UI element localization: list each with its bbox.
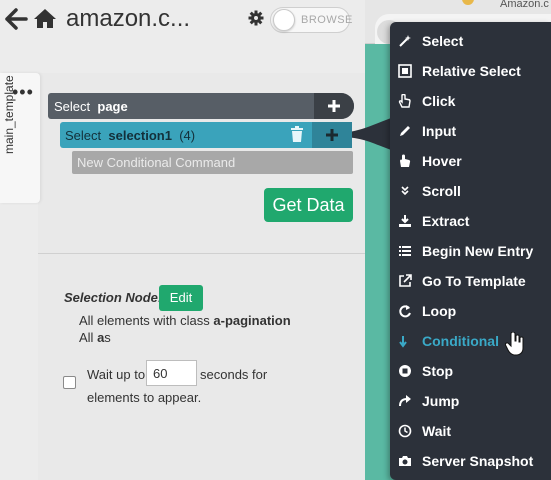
clock-icon xyxy=(398,424,412,438)
back-arrow-icon[interactable] xyxy=(4,6,28,32)
menu-item-jump[interactable]: Jump xyxy=(390,386,551,416)
command-node-conditional[interactable]: New Conditional Command xyxy=(72,151,353,174)
page-title: amazon.c... xyxy=(66,5,191,32)
header: amazon.c... BROWSE xyxy=(0,0,365,44)
command-menu: Select Relative Select Click Input Hover Scro… xyxy=(390,22,551,480)
conditional-label: New Conditional Command xyxy=(77,155,236,170)
browse-toggle[interactable]: BROWSE xyxy=(270,7,353,33)
menu-item-label: Conditional xyxy=(422,333,499,349)
browser-tab-title[interactable]: Amazon.c xyxy=(500,0,549,10)
home-icon[interactable] xyxy=(33,7,57,29)
command-node-selection[interactable]: Select selection1 (4) xyxy=(60,122,352,148)
selection-desc-line2: All as xyxy=(79,330,111,345)
download-icon xyxy=(399,215,411,227)
stop-icon xyxy=(399,365,411,377)
wait-checkbox[interactable] xyxy=(63,376,76,389)
menu-item-label: Server Snapshot xyxy=(422,453,534,469)
menu-item-scroll[interactable]: Scroll xyxy=(390,176,551,206)
wait-seconds-input[interactable] xyxy=(146,360,197,386)
menu-item-label: Click xyxy=(422,93,456,109)
menu-item-label: Input xyxy=(422,123,457,139)
trash-icon[interactable] xyxy=(290,126,304,142)
branch-arrow-icon xyxy=(399,336,407,348)
menu-item-loop[interactable]: Loop xyxy=(390,296,551,326)
menu-item-label: Loop xyxy=(422,303,457,319)
jump-arrow-icon xyxy=(399,395,411,407)
wait-suffix: seconds for xyxy=(200,367,268,382)
menu-item-hover[interactable]: Hover xyxy=(390,146,551,176)
command-page-text: Select page xyxy=(54,99,128,114)
command-selection-count: (4) xyxy=(179,128,196,143)
selection-desc-line1: All elements with class a-pagination xyxy=(79,313,291,328)
menu-item-label: Wait xyxy=(422,423,452,439)
hover-hand-icon xyxy=(400,154,411,167)
command-selection-name: selection1 xyxy=(108,128,172,143)
list-icon xyxy=(399,246,411,256)
menu-item-label: Go To Template xyxy=(422,273,526,289)
line1-bold: a-pagination xyxy=(213,313,291,328)
line1-prefix: All elements with class xyxy=(79,313,214,328)
loop-icon xyxy=(399,305,411,318)
menu-item-label: Scroll xyxy=(422,183,461,199)
add-command-button-active[interactable] xyxy=(312,122,352,148)
pointer-hand-icon xyxy=(398,94,411,108)
command-selection-prefix: Select xyxy=(65,128,102,143)
menu-item-label: Begin New Entry xyxy=(422,243,534,259)
command-node-page[interactable]: Select page xyxy=(48,93,354,119)
menu-item-conditional[interactable]: Conditional xyxy=(390,326,551,356)
menu-item-label: Extract xyxy=(422,213,470,229)
template-tab-label[interactable]: main_template xyxy=(2,54,16,154)
browse-toggle-label: BROWSE xyxy=(301,14,353,26)
menu-item-wait[interactable]: Wait xyxy=(390,416,551,446)
relative-select-icon xyxy=(398,64,412,78)
double-chevron-down-icon xyxy=(401,186,409,196)
menu-item-select[interactable]: Select xyxy=(390,26,551,56)
menu-item-relative-select[interactable]: Relative Select xyxy=(390,56,551,86)
toggle-knob xyxy=(273,9,295,31)
line2-prefix: All xyxy=(79,330,98,345)
selection-node-label: Selection Node: xyxy=(64,290,163,305)
get-data-button[interactable]: Get Data xyxy=(264,188,353,222)
menu-item-click[interactable]: Click xyxy=(390,86,551,116)
hand-cursor-icon xyxy=(505,332,524,356)
menu-item-label: Hover xyxy=(422,153,462,169)
magic-wand-icon xyxy=(399,35,411,47)
menu-item-begin-new-entry[interactable]: Begin New Entry xyxy=(390,236,551,266)
add-command-button[interactable] xyxy=(314,93,354,119)
line2-suffix: s xyxy=(104,330,111,345)
menu-item-extract[interactable]: Extract xyxy=(390,206,551,236)
menu-item-input[interactable]: Input xyxy=(390,116,551,146)
app-root: Amazon.c amazon.c... BROWSE ••• main_tem… xyxy=(0,0,551,480)
command-page-name: page xyxy=(97,99,128,114)
wait-prefix: Wait up to xyxy=(87,367,146,382)
menu-item-label: Stop xyxy=(422,363,454,379)
menu-item-go-to-template[interactable]: Go To Template xyxy=(390,266,551,296)
menu-item-label: Relative Select xyxy=(422,63,521,79)
command-selection-text: Select selection1 (4) xyxy=(65,128,195,143)
command-page-prefix: Select xyxy=(54,99,91,114)
camera-icon xyxy=(399,456,411,466)
wait-line2: elements to appear. xyxy=(87,390,202,405)
menu-item-stop[interactable]: Stop xyxy=(390,356,551,386)
pencil-icon xyxy=(400,126,410,136)
panel-divider xyxy=(38,253,365,254)
menu-item-label: Select xyxy=(422,33,464,49)
gear-icon[interactable] xyxy=(248,10,264,26)
plus-icon xyxy=(328,100,340,112)
menu-item-server-snapshot[interactable]: Server Snapshot xyxy=(390,446,551,476)
menu-item-label: Jump xyxy=(422,393,460,409)
external-link-icon xyxy=(399,274,412,287)
plus-icon xyxy=(326,129,338,141)
edit-button[interactable]: Edit xyxy=(159,285,203,311)
